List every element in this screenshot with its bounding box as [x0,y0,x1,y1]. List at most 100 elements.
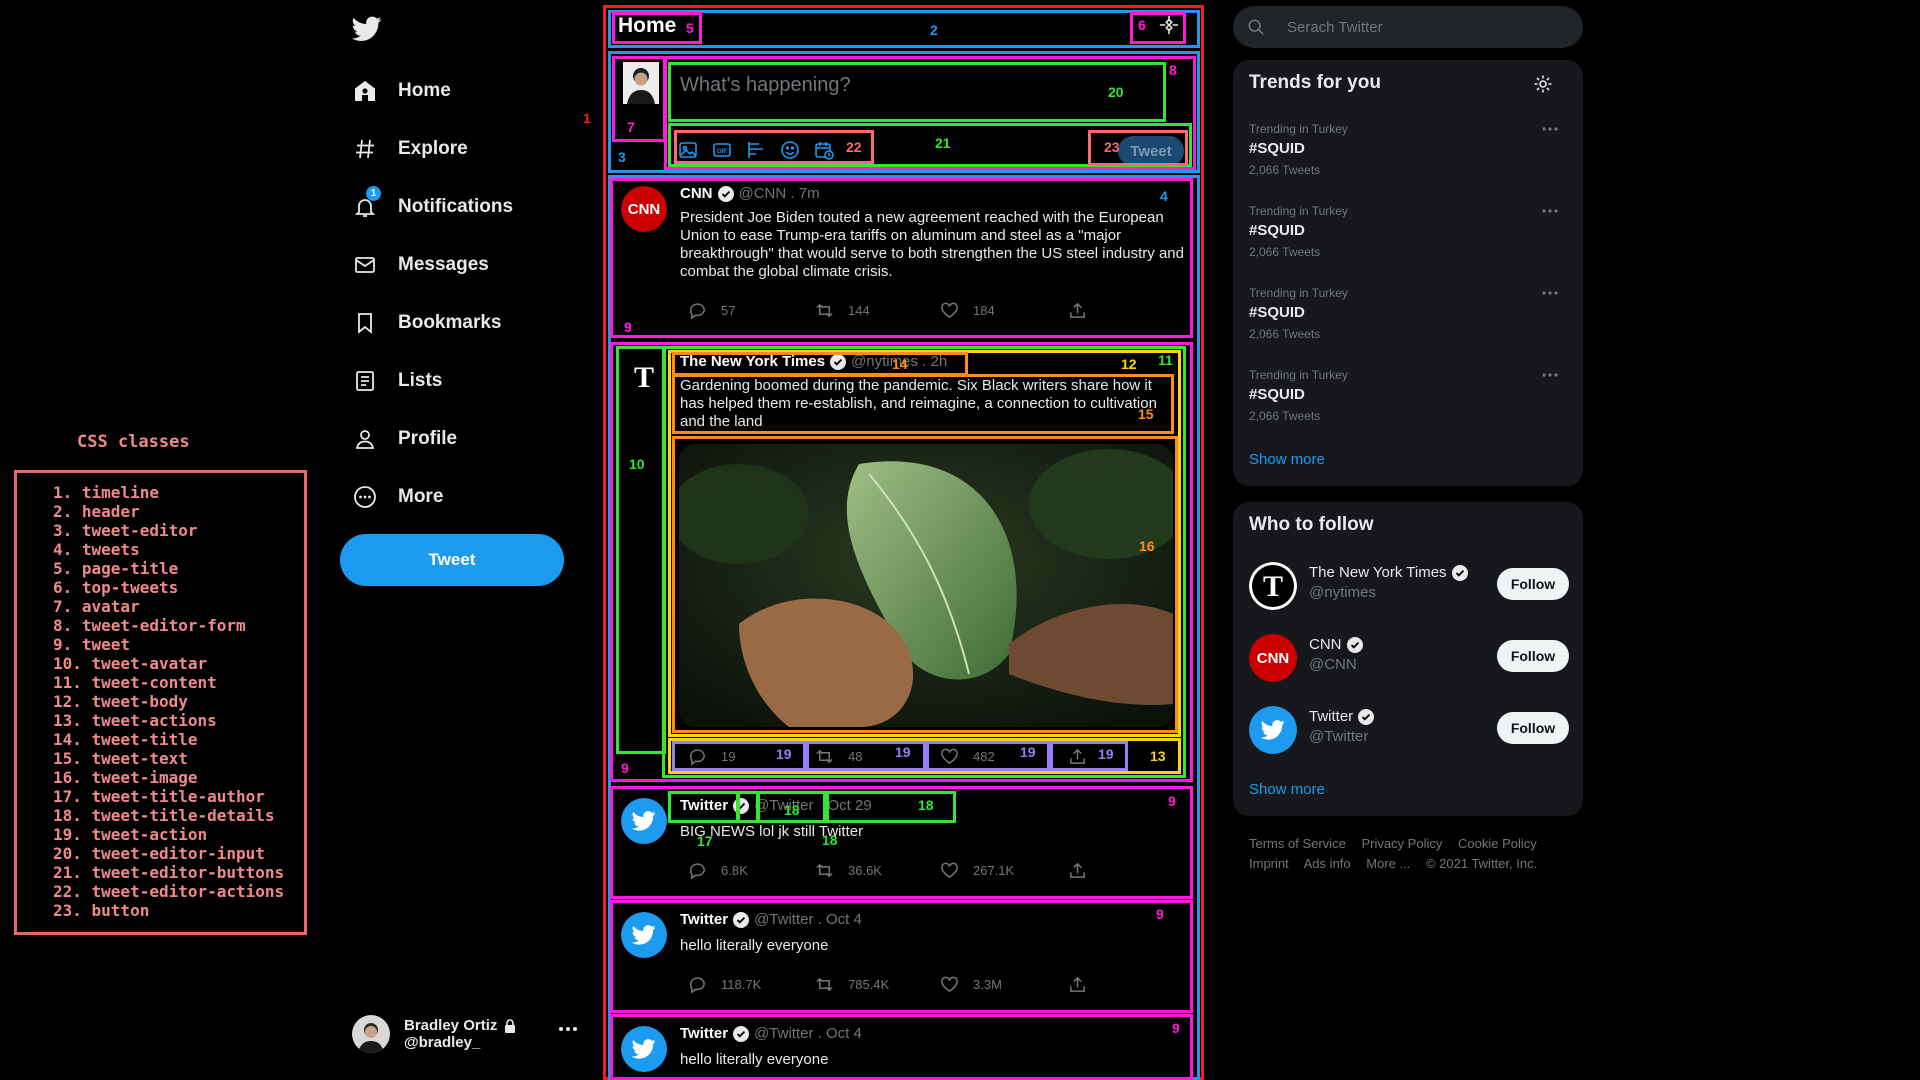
outline-tweet-avatar [616,346,666,754]
annotation-label: 15 [1138,406,1154,422]
search-icon [1248,19,1264,35]
follow-handle: @Twitter [1309,728,1369,745]
nav-item-more[interactable]: More [352,468,572,526]
nav-label: Lists [398,370,443,391]
account-avatar [352,1015,390,1053]
more-horizontal-icon[interactable] [1541,372,1559,378]
trends-show-more-link[interactable]: Show more [1249,451,1325,468]
follow-button[interactable]: Follow [1497,712,1569,744]
annotation-label: 17 [697,833,713,849]
nav-item-bookmarks[interactable]: Bookmarks [352,294,572,352]
nav-item-messages[interactable]: Messages [352,236,572,294]
trend-item[interactable]: Trending in Turkey #SQUID 2,066 Tweets [1249,286,1348,341]
trends-title: Trends for you [1249,72,1381,93]
follow-button[interactable]: Follow [1497,640,1569,672]
nav-label: Messages [398,254,489,275]
annotation-label: 8 [1169,62,1177,78]
trend-context: Trending in Turkey [1249,368,1348,382]
verified-icon [1346,636,1363,653]
outline-button [1088,130,1188,166]
account-switcher[interactable]: Bradley Ortiz @bradley_ [352,1015,518,1053]
annotation-label: 6 [1138,17,1146,33]
search-bar[interactable]: Serach Twitter [1233,6,1583,48]
annotation-label: 7 [627,119,635,135]
follow-suggestion[interactable]: T The New York Times @nytimes Follow [1249,560,1569,610]
trend-count: 2,066 Tweets [1249,327,1321,341]
annotation-label: 18 [918,797,934,813]
nav-item-explore[interactable]: Explore [352,120,572,178]
sidebar-tweet-button[interactable]: Tweet [340,534,564,586]
legend-item: 21. tweet-editor-buttons [53,863,285,882]
bookmark-icon [352,310,378,336]
legend-item: 18. tweet-title-details [53,806,275,825]
legend-item: 1. timeline [53,483,159,502]
notification-badge: 1 [366,186,381,201]
footer-link[interactable]: Cookie Policy [1458,836,1537,851]
more-horizontal-icon[interactable] [1541,126,1559,132]
follow-avatar: CNN [1249,634,1297,682]
nav-item-notifications[interactable]: 1 Notifications [352,178,572,236]
footer: Terms of Service Privacy Policy Cookie P… [1249,834,1569,874]
lock-icon [505,1018,516,1033]
trend-context: Trending in Turkey [1249,204,1348,218]
legend-item: 23. button [53,901,150,920]
annotation-label: 13 [1150,748,1166,764]
annotation-label: 9 [1168,793,1176,809]
legend-item: 4. tweets [53,540,140,559]
legend-item: 22. tweet-editor-actions [53,882,285,901]
follow-suggestion[interactable]: Twitter @Twitter Follow [1249,704,1569,754]
gear-icon[interactable] [1533,74,1553,94]
who-to-follow-panel: Who to follow T The New York Times @nyti… [1233,502,1583,816]
hashtag-icon [352,136,378,162]
follow-button[interactable]: Follow [1497,568,1569,600]
legend-item: 8. tweet-editor-form [53,616,246,635]
verified-icon [1451,564,1468,581]
legend-item: 11. tweet-content [53,673,217,692]
annotation-label: 12 [1121,356,1137,372]
twitter-logo-icon[interactable] [352,16,382,42]
nav-label: Notifications [398,196,514,217]
legend-item: 5. page-title [53,559,179,578]
envelope-icon [352,252,378,278]
trend-item[interactable]: Trending in Turkey #SQUID 2,066 Tweets [1249,204,1348,259]
trend-context: Trending in Turkey [1249,122,1348,136]
legend-item: 2. header [53,502,140,521]
follow-handle: @nytimes [1309,584,1376,601]
list-icon [352,368,378,394]
annotation-label: 21 [935,135,951,151]
footer-link[interactable]: Ads info [1304,856,1351,871]
legend-item: 19. tweet-action [53,825,208,844]
more-horizontal-icon[interactable] [1541,290,1559,296]
legend-item: 7. avatar [53,597,140,616]
footer-link[interactable]: More ... [1366,856,1410,871]
annotation-label: 16 [1139,538,1155,554]
more-horizontal-icon[interactable] [1541,208,1559,214]
trend-tag: #SQUID [1249,140,1305,157]
legend-item: 16. tweet-image [53,768,198,787]
more-horizontal-icon[interactable] [558,1026,578,1032]
footer-link[interactable]: Terms of Service [1249,836,1346,851]
trend-count: 2,066 Tweets [1249,245,1321,259]
trend-item[interactable]: Trending in Turkey #SQUID 2,066 Tweets [1249,122,1348,177]
nav-item-profile[interactable]: Profile [352,410,572,468]
trend-item[interactable]: Trending in Turkey #SQUID 2,066 Tweets [1249,368,1348,423]
outline-tweet-title [672,352,968,376]
annotation-label: 5 [686,20,694,36]
trend-tag: #SQUID [1249,222,1305,239]
trend-count: 2,066 Tweets [1249,409,1321,423]
nav-item-lists[interactable]: Lists [352,352,572,410]
outline-avatar [612,56,666,142]
footer-link[interactable]: Imprint [1249,856,1289,871]
follow-show-more-link[interactable]: Show more [1249,781,1325,798]
legend-item: 13. tweet-actions [53,711,217,730]
svg-text:T: T [1263,570,1283,603]
search-input[interactable]: Serach Twitter [1287,19,1383,36]
footer-link[interactable]: Privacy Policy [1361,836,1442,851]
footer-copyright: © 2021 Twitter, Inc. [1425,856,1538,871]
follow-handle: @CNN [1309,656,1357,673]
nav-item-home[interactable]: Home [352,62,572,120]
follow-avatar: T [1249,562,1297,610]
follow-suggestion[interactable]: CNN CNN @CNN Follow [1249,632,1569,682]
annotation-label: 9 [621,760,629,776]
outline-tweet [610,1014,1193,1080]
